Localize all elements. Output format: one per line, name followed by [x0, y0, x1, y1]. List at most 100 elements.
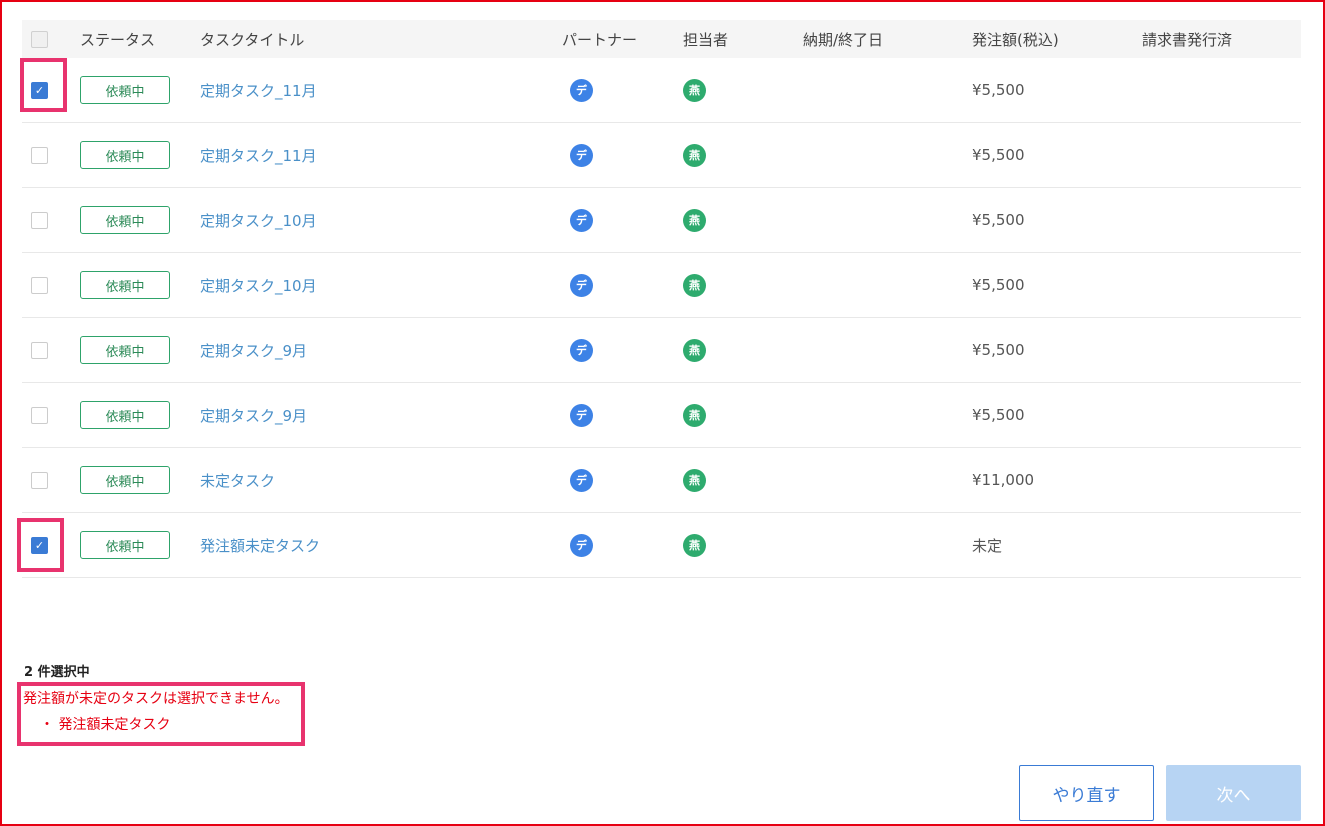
status-badge: 依頼中	[80, 271, 170, 299]
partner-cell: デ	[570, 123, 593, 187]
partner-cell: デ	[570, 253, 593, 317]
title-cell: 定期タスク_11月	[200, 58, 317, 122]
status-cell: 依頼中	[80, 123, 170, 187]
table-row: 依頼中 定期タスク_9月 デ 燕 ¥5,500	[22, 383, 1301, 448]
table-row: 依頼中 未定タスク デ 燕 ¥11,000	[22, 448, 1301, 513]
partner-avatar[interactable]: デ	[570, 143, 593, 167]
partner-cell: デ	[570, 448, 593, 512]
assignee-avatar[interactable]: 燕	[683, 143, 706, 167]
error-item: ・ 発注額未定タスク	[40, 717, 171, 733]
assignee-avatar[interactable]: 燕	[683, 208, 706, 232]
task-title-link[interactable]: 定期タスク_9月	[200, 405, 307, 426]
amount-cell: 未定	[972, 513, 1002, 577]
amount-value: ¥5,500	[972, 341, 1025, 359]
row-check-cell[interactable]	[31, 123, 48, 187]
task-title-link[interactable]: 未定タスク	[200, 470, 275, 491]
amount-value: 未定	[972, 536, 1003, 555]
partner-avatar[interactable]: デ	[570, 403, 593, 427]
task-title-link[interactable]: 定期タスク_11月	[200, 145, 317, 166]
row-checkbox[interactable]	[31, 406, 48, 424]
partner-avatar[interactable]: デ	[570, 273, 593, 297]
header-assignee[interactable]: 担当者	[683, 20, 728, 58]
row-check-cell[interactable]	[31, 448, 48, 512]
partner-cell: デ	[570, 513, 593, 577]
title-cell: 発注額未定タスク	[200, 513, 320, 577]
table-row: 依頼中 定期タスク_11月 デ 燕 ¥5,500	[22, 58, 1301, 123]
row-checkbox[interactable]	[31, 211, 48, 229]
assignee-avatar[interactable]: 燕	[683, 273, 706, 297]
amount-value: ¥5,500	[972, 146, 1025, 164]
row-checkbox[interactable]	[31, 81, 48, 99]
title-cell: 定期タスク_9月	[200, 318, 307, 382]
status-badge: 依頼中	[80, 141, 170, 169]
table-row: 依頼中 定期タスク_10月 デ 燕 ¥5,500	[22, 188, 1301, 253]
header-status[interactable]: ステータス	[80, 20, 155, 58]
header-invoice[interactable]: 請求書発行済	[1142, 20, 1232, 58]
row-checkbox[interactable]	[31, 536, 48, 554]
status-cell: 依頼中	[80, 318, 170, 382]
task-title-link[interactable]: 定期タスク_10月	[200, 275, 317, 296]
retry-button[interactable]: やり直す	[1019, 765, 1154, 821]
row-check-cell[interactable]	[31, 58, 48, 122]
assignee-avatar[interactable]: 燕	[683, 533, 706, 557]
assignee-avatar[interactable]: 燕	[683, 403, 706, 427]
amount-cell: ¥5,500	[972, 188, 1025, 252]
status-badge: 依頼中	[80, 401, 170, 429]
assignee-cell: 燕	[683, 383, 706, 447]
amount-cell: ¥11,000	[972, 448, 1034, 512]
row-check-cell[interactable]	[31, 513, 48, 577]
selected-count: 2 件選択中	[24, 665, 90, 680]
header-due[interactable]: 納期/終了日	[803, 20, 883, 58]
header-amount[interactable]: 発注額(税込)	[972, 20, 1059, 58]
assignee-cell: 燕	[683, 58, 706, 122]
task-title-link[interactable]: 定期タスク_11月	[200, 80, 317, 101]
assignee-avatar[interactable]: 燕	[683, 468, 706, 492]
row-check-cell[interactable]	[31, 383, 48, 447]
partner-avatar[interactable]: デ	[570, 468, 593, 492]
task-title-link[interactable]: 定期タスク_9月	[200, 340, 307, 361]
amount-value: ¥5,500	[972, 406, 1025, 424]
next-button[interactable]: 次へ	[1166, 765, 1301, 821]
row-check-cell[interactable]	[31, 188, 48, 252]
row-check-cell[interactable]	[31, 253, 48, 317]
row-checkbox[interactable]	[31, 341, 48, 359]
partner-cell: デ	[570, 58, 593, 122]
assignee-cell: 燕	[683, 318, 706, 382]
assignee-cell: 燕	[683, 253, 706, 317]
table-body: 依頼中 定期タスク_11月 デ 燕 ¥5,500 依頼中 定期タスク_11月 デ…	[22, 58, 1301, 578]
row-checkbox[interactable]	[31, 471, 48, 489]
assignee-avatar[interactable]: 燕	[683, 338, 706, 362]
status-cell: 依頼中	[80, 58, 170, 122]
status-cell: 依頼中	[80, 188, 170, 252]
task-title-link[interactable]: 定期タスク_10月	[200, 210, 317, 231]
row-check-cell[interactable]	[31, 318, 48, 382]
partner-avatar[interactable]: デ	[570, 338, 593, 362]
task-table: ステータス タスクタイトル パートナー 担当者 納期/終了日 発注額(税込) 請…	[22, 20, 1301, 578]
partner-avatar[interactable]: デ	[570, 78, 593, 102]
assignee-cell: 燕	[683, 188, 706, 252]
title-cell: 定期タスク_11月	[200, 123, 317, 187]
row-checkbox[interactable]	[31, 276, 48, 294]
table-row: 依頼中 定期タスク_10月 デ 燕 ¥5,500	[22, 253, 1301, 318]
table-header: ステータス タスクタイトル パートナー 担当者 納期/終了日 発注額(税込) 請…	[22, 20, 1301, 58]
partner-cell: デ	[570, 318, 593, 382]
table-row: 依頼中 定期タスク_9月 デ 燕 ¥5,500	[22, 318, 1301, 383]
row-checkbox[interactable]	[31, 146, 48, 164]
assignee-cell: 燕	[683, 448, 706, 512]
select-all-cell[interactable]	[31, 20, 48, 58]
table-row: 依頼中 定期タスク_11月 デ 燕 ¥5,500	[22, 123, 1301, 188]
header-title[interactable]: タスクタイトル	[200, 20, 304, 58]
select-all-checkbox[interactable]	[31, 30, 48, 48]
status-badge: 依頼中	[80, 531, 170, 559]
status-badge: 依頼中	[80, 206, 170, 234]
amount-cell: ¥5,500	[972, 58, 1025, 122]
title-cell: 定期タスク_10月	[200, 188, 317, 252]
task-title-link[interactable]: 発注額未定タスク	[200, 535, 320, 556]
partner-avatar[interactable]: デ	[570, 208, 593, 232]
status-badge: 依頼中	[80, 76, 170, 104]
status-cell: 依頼中	[80, 383, 170, 447]
assignee-avatar[interactable]: 燕	[683, 78, 706, 102]
partner-avatar[interactable]: デ	[570, 533, 593, 557]
amount-value: ¥5,500	[972, 211, 1025, 229]
header-partner[interactable]: パートナー	[562, 20, 637, 58]
